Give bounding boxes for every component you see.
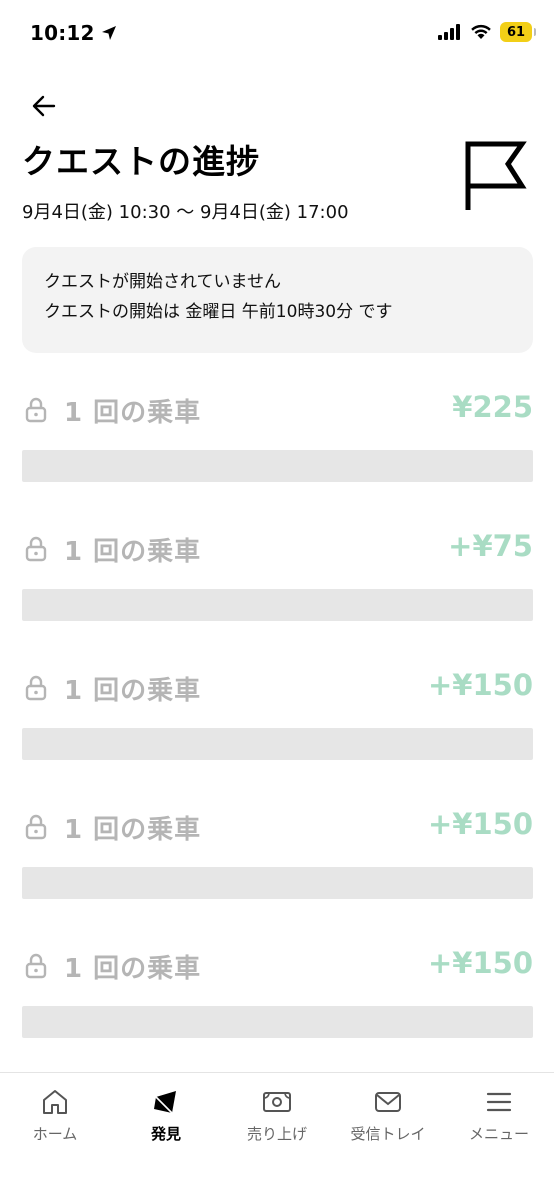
lock-icon	[22, 673, 50, 703]
status-time: 10:12	[30, 21, 117, 45]
quest-label: 1 回の乗車	[64, 953, 202, 984]
location-arrow-icon	[101, 26, 116, 40]
quest-reward: ¥225	[452, 390, 533, 424]
menu-icon	[444, 1087, 554, 1117]
quest-progress-bar	[22, 450, 533, 482]
quest-label: 1 回の乗車	[64, 675, 202, 706]
lock-icon	[22, 395, 50, 425]
quest-label: 1 回の乗車	[64, 397, 202, 428]
quest-reward: +¥150	[427, 807, 533, 841]
quest-tier-4: 1 回の乗車 +¥150	[22, 797, 533, 907]
back-button[interactable]	[26, 88, 62, 124]
quest-progress-bar	[22, 1006, 533, 1038]
earnings-icon	[222, 1087, 332, 1117]
nav-label: ホーム	[32, 1125, 78, 1143]
status-bar: 10:12 61	[0, 0, 554, 60]
nav-item-menu[interactable]: メニュー	[444, 1087, 554, 1144]
inbox-icon	[333, 1087, 443, 1117]
quest-reward: +¥150	[427, 668, 533, 702]
lock-icon	[22, 812, 50, 842]
nav-item-earnings[interactable]: 売り上げ	[222, 1087, 332, 1144]
nav-label: 売り上げ	[246, 1125, 307, 1143]
quest-tier-3: 1 回の乗車 +¥150	[22, 658, 533, 768]
wifi-icon	[471, 24, 491, 39]
battery-indicator: 61	[500, 22, 536, 42]
quest-progress-screen: 10:12 61 クエストの進捗 9月4日(金) 10:30 〜 9月4日(金)…	[0, 0, 554, 1200]
nav-item-inbox[interactable]: 受信トレイ	[333, 1087, 443, 1144]
quest-progress-bar	[22, 589, 533, 621]
cellular-signal-icon	[438, 24, 460, 40]
nav-label: 受信トレイ	[350, 1125, 426, 1143]
quest-tier-1: 1 回の乗車 ¥225	[22, 380, 533, 490]
battery-level: 61	[506, 24, 526, 40]
lock-icon	[22, 534, 50, 564]
quest-reward: +¥150	[427, 946, 533, 980]
back-arrow-icon	[32, 95, 56, 117]
quest-reward: +¥75	[448, 529, 533, 563]
date-range: 9月4日(金) 10:30 〜 9月4日(金) 17:00	[22, 202, 349, 223]
lock-icon	[22, 951, 50, 981]
quest-tier-5: 1 回の乗車 +¥150	[22, 936, 533, 1046]
flag-icon	[462, 140, 528, 216]
status-time-text: 10:12	[30, 21, 95, 45]
quest-label: 1 回の乗車	[64, 536, 202, 567]
page-title: クエストの進捗	[22, 142, 260, 181]
status-indicators: 61	[438, 22, 536, 42]
discover-icon	[111, 1087, 221, 1117]
quest-not-started-notice: クエストが開始されていません クエストの開始は 金曜日 午前10時30分 です	[22, 247, 533, 353]
nav-label: 発見	[150, 1125, 181, 1143]
quest-progress-bar	[22, 728, 533, 760]
nav-item-home[interactable]: ホーム	[0, 1087, 110, 1144]
notice-line-1: クエストが開始されていません	[44, 272, 281, 292]
nav-label: メニュー	[468, 1125, 529, 1143]
nav-item-discover[interactable]: 発見	[111, 1087, 221, 1144]
home-icon	[0, 1087, 110, 1117]
notice-line-2: クエストの開始は 金曜日 午前10時30分 です	[44, 302, 393, 322]
bottom-navigation: ホーム 発見 売り上げ 受信トレイ メニュー	[0, 1072, 554, 1200]
quest-label: 1 回の乗車	[64, 814, 202, 845]
quest-progress-bar	[22, 867, 533, 899]
quest-tier-2: 1 回の乗車 +¥75	[22, 519, 533, 629]
